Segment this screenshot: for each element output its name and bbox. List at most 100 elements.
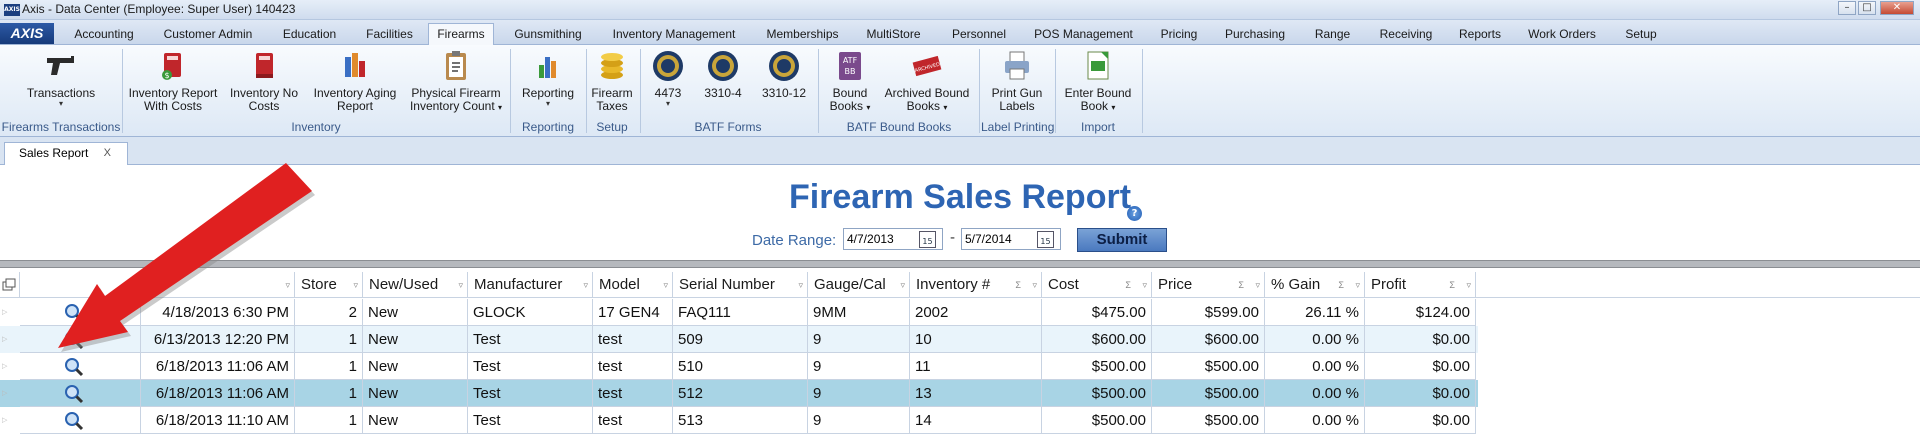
group-firearms-transactions: Firearms Transactions	[1, 120, 121, 134]
row-indicator-icon: ▷	[2, 416, 8, 424]
magnifier-icon	[65, 358, 84, 377]
tab-range[interactable]: Range	[1304, 24, 1361, 45]
table-row[interactable]: ▷ 6/18/2013 11:10 AM 1 New Test test 513 9 14 $50…	[0, 407, 1478, 434]
column-header-new-used[interactable]: New/Used ▿	[363, 272, 468, 298]
date-separator: -	[950, 230, 956, 246]
cell-date: 6/18/2013 11:06 AM	[141, 380, 295, 407]
tab-customer-admin[interactable]: Customer Admin	[153, 24, 263, 45]
main-menu: AXIS Accounting Customer Admin Education…	[0, 20, 1920, 46]
cell-price: $500.00	[1152, 353, 1265, 380]
group-setup: Setup	[596, 120, 628, 134]
view-detail-button[interactable]	[20, 353, 141, 380]
tab-setup[interactable]: Setup	[1615, 24, 1667, 45]
tab-inventory-management[interactable]: Inventory Management	[601, 24, 747, 45]
tab-pos-management[interactable]: POS Management	[1025, 24, 1142, 45]
cell-new-used: New	[363, 380, 468, 407]
group-batf-bound-books: BATF Bound Books	[846, 120, 952, 134]
table-row[interactable]: ▷ 6/18/2013 11:06 AM 1 New Test test 510 9 11 $50…	[0, 353, 1478, 380]
tab-accounting[interactable]: Accounting	[60, 24, 148, 45]
cell-inventory: 13	[910, 380, 1042, 407]
cell-new-used: New	[363, 407, 468, 434]
column-header-gauge-cal[interactable]: Gauge/Cal ▿	[808, 272, 910, 298]
cell-manufacturer: Test	[468, 326, 593, 353]
column-header-model[interactable]: Model ▿	[593, 272, 673, 298]
tab-pricing[interactable]: Pricing	[1152, 24, 1206, 45]
tab-gunsmithing[interactable]: Gunsmithing	[505, 24, 591, 45]
physical-firearm-inventory-count-button[interactable]: Physical Firearm Inventory Count ▾	[406, 49, 506, 114]
column-chooser-icon[interactable]	[0, 272, 20, 298]
doc-tab-label: Sales Report	[19, 146, 89, 160]
form-3310-4-button[interactable]: 3310-4	[700, 49, 746, 100]
cell-gain: 0.00 %	[1265, 326, 1365, 353]
cell-model: test	[593, 353, 673, 380]
inventory-aging-report-button[interactable]: Inventory Aging Report	[308, 49, 402, 113]
tab-memberships[interactable]: Memberships	[757, 24, 848, 45]
column-header-serial-number[interactable]: Serial Number ▿	[673, 272, 808, 298]
view-detail-button[interactable]	[20, 407, 141, 434]
cell-inventory: 2002	[910, 299, 1042, 326]
maximize-button[interactable]: □	[1858, 1, 1876, 15]
column-header-profit[interactable]: Profit Σ ▿	[1365, 272, 1476, 298]
window-title: Axis - Data Center (Employee: Super User…	[22, 2, 296, 16]
column-header-cost[interactable]: Cost Σ ▿	[1042, 272, 1152, 298]
app-icon: AXIS	[4, 4, 20, 16]
tab-reports[interactable]: Reports	[1451, 24, 1509, 45]
column-header-gain[interactable]: % Gain Σ ▿	[1265, 272, 1365, 298]
tab-facilities[interactable]: Facilities	[356, 24, 423, 45]
archived-bound-books-button[interactable]: ARCHIVED Archived Bound Books ▾	[880, 49, 974, 114]
doc-tab-close-icon[interactable]: X	[104, 143, 111, 164]
group-separator	[510, 49, 511, 133]
bound-books-button[interactable]: ATF BB Bound Books ▾	[822, 49, 878, 114]
svg-text:$: $	[164, 71, 169, 80]
axis-logo[interactable]: AXIS	[0, 23, 54, 44]
form-4473-button[interactable]: 4473 ▾	[646, 49, 690, 108]
tab-purchasing[interactable]: Purchasing	[1216, 24, 1294, 45]
tab-receiving[interactable]: Receiving	[1371, 24, 1441, 45]
cell-gain: 0.00 %	[1265, 380, 1365, 407]
inventory-report-with-costs-button[interactable]: $ Inventory Report With Costs	[126, 49, 220, 113]
panel-splitter[interactable]	[0, 260, 1920, 268]
form-3310-12-button[interactable]: 3310-12	[758, 49, 810, 100]
transactions-button[interactable]: Transactions ▾	[18, 49, 104, 108]
print-gun-labels-button[interactable]: Print Gun Labels	[984, 49, 1050, 113]
calendar-icon[interactable]: 15	[1037, 231, 1054, 248]
atf-bound-book-icon: ATF BB	[839, 52, 861, 80]
calendar-icon[interactable]: 15	[919, 231, 936, 248]
view-detail-button[interactable]	[20, 380, 141, 407]
doc-tab-sales-report[interactable]: Sales Report X	[4, 142, 128, 165]
close-button[interactable]: ✕	[1880, 1, 1914, 15]
cell-manufacturer: Test	[468, 380, 593, 407]
archived-stamp-icon: ARCHIVED	[912, 55, 942, 77]
table-row[interactable]: ▷ 4/18/2013 6:30 PM 2 New GLOCK 17 GEN4 FAQ111…	[0, 299, 1478, 326]
column-header-store[interactable]: Store ▿	[295, 272, 363, 298]
group-reporting: Reporting	[521, 120, 575, 134]
firearm-taxes-button[interactable]: Firearm Taxes	[590, 49, 634, 113]
column-header-price[interactable]: Price Σ ▿	[1152, 272, 1265, 298]
column-header-inventory-number[interactable]: Inventory # Σ ▿	[910, 272, 1042, 298]
cell-new-used: New	[363, 353, 468, 380]
tab-work-orders[interactable]: Work Orders	[1519, 24, 1605, 45]
minimize-button[interactable]: –	[1838, 1, 1856, 15]
enter-bound-book-button[interactable]: Enter Bound Book ▾	[1060, 49, 1136, 114]
cell-gauge: 9	[808, 407, 910, 434]
tab-education[interactable]: Education	[273, 24, 346, 45]
column-header-view[interactable]	[20, 272, 141, 298]
reporting-button[interactable]: Reporting ▾	[514, 49, 582, 108]
table-row[interactable]: ▷ 6/18/2013 11:06 AM 1 New Test test 512 9 13 $50…	[0, 380, 1478, 407]
book-money-icon: $	[162, 53, 181, 80]
table-row[interactable]: ▷ 6/13/2013 12:20 PM 1 New Test test 509 9 10 $60…	[0, 326, 1478, 353]
inventory-no-costs-button[interactable]: Inventory No Costs	[222, 49, 306, 113]
cell-profit: $0.00	[1365, 380, 1476, 407]
view-detail-button[interactable]	[20, 326, 141, 353]
cell-inventory: 14	[910, 407, 1042, 434]
view-detail-button[interactable]	[20, 299, 141, 326]
column-header-manufacturer[interactable]: Manufacturer ▿	[468, 272, 593, 298]
submit-button[interactable]: Submit	[1077, 228, 1167, 252]
cell-gain: 0.00 %	[1265, 353, 1365, 380]
tab-multistore[interactable]: MultiStore	[858, 24, 929, 45]
column-header-date[interactable]: ate ▿	[141, 272, 295, 298]
tab-personnel[interactable]: Personnel	[945, 24, 1013, 45]
help-icon[interactable]: ?	[1127, 206, 1142, 221]
tab-firearms[interactable]: Firearms	[428, 23, 494, 46]
group-inventory: Inventory	[291, 120, 341, 134]
